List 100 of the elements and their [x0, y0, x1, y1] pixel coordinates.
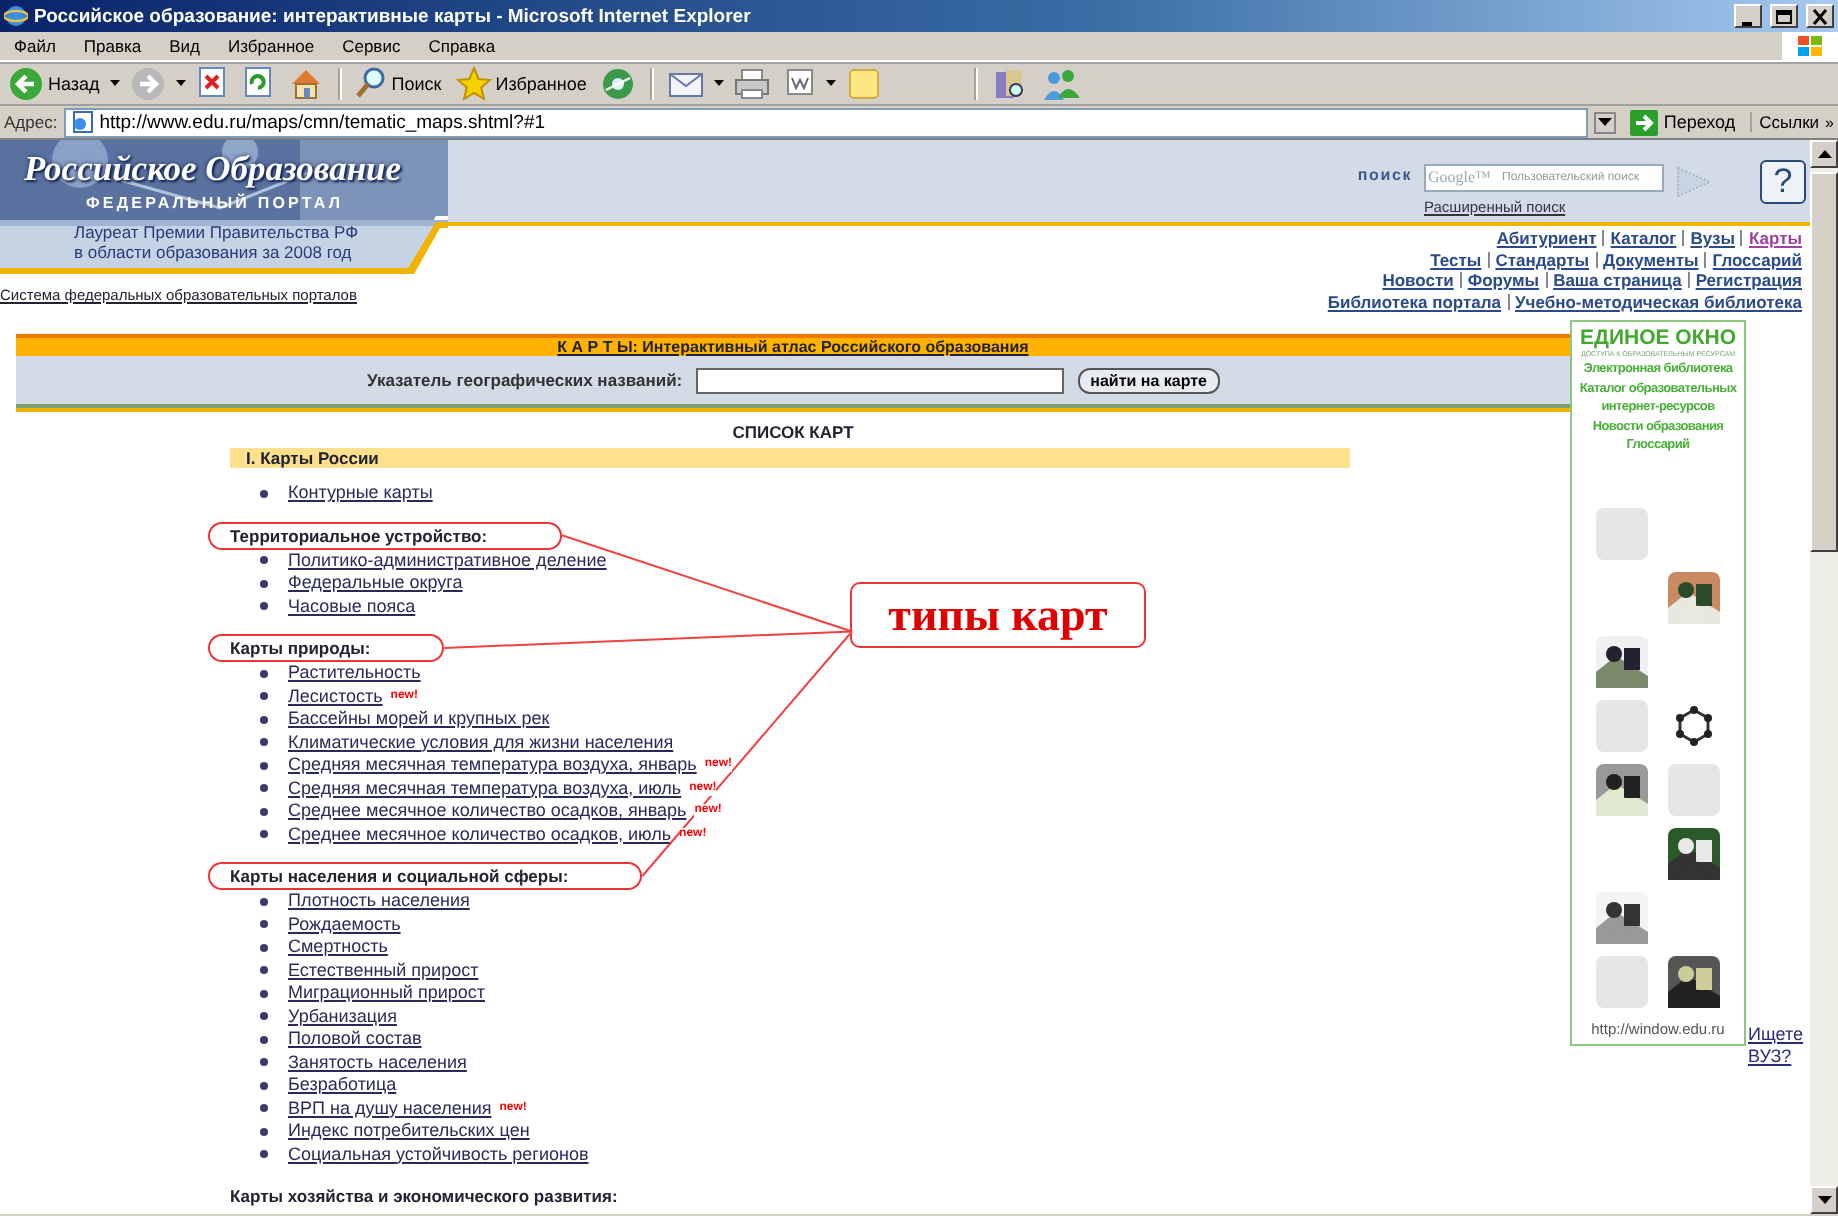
- bullet: [260, 715, 268, 724]
- flag-icon: [1796, 34, 1824, 58]
- nav-link[interactable]: Новости: [1382, 270, 1454, 291]
- address-field[interactable]: http://www.edu.ru/maps/cmn/tematic_maps.shtml?#1: [63, 107, 1588, 137]
- section-header: I. Карты России: [230, 448, 1350, 468]
- map-link[interactable]: Федеральные округа: [288, 572, 463, 595]
- dropdown-button[interactable]: [1593, 111, 1616, 133]
- map-link[interactable]: Политико-административное деление: [288, 549, 607, 572]
- bullet: [260, 1081, 268, 1090]
- address-label: Адрес:: [4, 112, 58, 132]
- scroll-down-icon[interactable]: [1817, 1196, 1831, 1204]
- bullet: [260, 1150, 268, 1159]
- bullet: [260, 989, 268, 998]
- search-button[interactable]: Поиск: [351, 65, 446, 103]
- chevron-icon[interactable]: »: [1825, 113, 1834, 131]
- image-placeholder: [1668, 763, 1720, 815]
- nav-link[interactable]: Библиотека портала: [1327, 291, 1502, 312]
- nav-link[interactable]: Карты: [1748, 228, 1802, 249]
- gazetteer-field[interactable]: [696, 367, 1065, 393]
- map-link[interactable]: Часовые пояса: [288, 595, 416, 618]
- menu-item[interactable]: Правка: [69, 36, 156, 56]
- nav-link[interactable]: Абитуриент: [1496, 228, 1597, 249]
- map-link[interactable]: Средняя месячная температура воздуха, январь: [288, 754, 697, 777]
- nav-link[interactable]: Тесты: [1430, 249, 1482, 270]
- nav-link[interactable]: Учебно-методическая библиотека: [1515, 291, 1802, 312]
- map-link[interactable]: Миграционный прирост: [288, 982, 485, 1005]
- favorites-button[interactable]: Избранное: [451, 65, 591, 103]
- map-link[interactable]: Растительность: [288, 662, 421, 685]
- map-link[interactable]: Бассейны морей и крупных рек: [288, 708, 550, 731]
- caret-icon[interactable]: [714, 80, 725, 88]
- map-link[interactable]: Индекс потребительских цен: [288, 1120, 530, 1143]
- bullet: [260, 761, 268, 770]
- links-label[interactable]: Ссылки: [1749, 112, 1820, 132]
- search-icon[interactable]: [355, 66, 388, 102]
- find-on-map-button[interactable]: найти на карте: [1078, 367, 1219, 393]
- bullet: [260, 738, 268, 747]
- map-link[interactable]: Среднее месячное количество осадков, январь: [288, 800, 687, 823]
- award-text: Лауреат Премии Правительства РФ: [72, 222, 361, 242]
- map-link[interactable]: Занятость населения: [288, 1051, 467, 1074]
- help-button[interactable]: ?: [1760, 159, 1806, 203]
- bullet: [260, 807, 268, 816]
- browser-icon: [4, 4, 28, 28]
- menu-item[interactable]: Избранное: [214, 36, 329, 56]
- caret-icon[interactable]: [826, 80, 837, 88]
- map-link[interactable]: Урбанизация: [288, 1005, 397, 1028]
- nav-link[interactable]: Форумы: [1467, 270, 1540, 291]
- bullet: [260, 1058, 268, 1067]
- map-link[interactable]: Социальная устойчивость регионов: [288, 1143, 589, 1166]
- nav-link[interactable]: Документы: [1603, 249, 1699, 270]
- map-link[interactable]: Рождаемость: [288, 913, 401, 936]
- bullet: [260, 579, 268, 588]
- nav-link[interactable]: Ваша страница: [1553, 270, 1682, 291]
- caret-icon[interactable]: [109, 80, 120, 88]
- map-link[interactable]: Средняя месячная температура воздуха, июль: [288, 777, 682, 800]
- nav-link[interactable]: Глоссарий: [1712, 249, 1802, 270]
- bullet: [260, 489, 268, 498]
- back-button[interactable]: Назад: [4, 65, 104, 103]
- gazetteer-label: Указатель географических названий:: [366, 370, 683, 390]
- bullet: [260, 943, 268, 952]
- map-link[interactable]: Безработица: [288, 1074, 397, 1097]
- menu-item[interactable]: Файл: [0, 36, 70, 56]
- image-placeholder: [1596, 699, 1648, 751]
- bullet: [260, 602, 268, 611]
- map-link[interactable]: Плотность населения: [288, 890, 470, 913]
- nav-link[interactable]: Вузы: [1690, 228, 1735, 249]
- menu-item[interactable]: Справка: [414, 36, 510, 56]
- map-link[interactable]: Половой состав: [288, 1028, 422, 1051]
- group-heading: Карты хозяйства и экономического развития:: [228, 1184, 620, 1210]
- caret-icon[interactable]: [1597, 118, 1612, 126]
- bullet: [260, 1127, 268, 1136]
- map-link[interactable]: ВРП на душу населения: [288, 1097, 492, 1120]
- arrow-icon[interactable]: [1629, 109, 1658, 135]
- search-label: поиск: [1357, 166, 1412, 184]
- menu-item[interactable]: Сервис: [328, 36, 415, 56]
- map-link[interactable]: Контурные карты: [288, 482, 433, 505]
- group-heading: Территориальное устройство:: [208, 521, 562, 549]
- site-logo[interactable]: Российское Образование: [0, 140, 448, 190]
- map-link[interactable]: Климатические условия для жизни населения: [288, 731, 674, 754]
- map-link[interactable]: Лесистость: [288, 685, 383, 708]
- map-link[interactable]: Естественный прирост: [288, 959, 479, 982]
- award-text: в области образования за 2008 год: [72, 242, 354, 262]
- image-placeholder: [1596, 955, 1648, 1007]
- bullet: [260, 556, 268, 565]
- image-placeholder: [1596, 507, 1648, 559]
- bullet: [260, 966, 268, 975]
- nav-link[interactable]: Регистрация: [1695, 270, 1802, 291]
- vuz-link[interactable]: Ищете ВУЗ?: [1748, 1023, 1808, 1067]
- caret-icon[interactable]: [175, 80, 186, 88]
- nav-link[interactable]: Стандарты: [1495, 249, 1589, 270]
- bullet: [260, 1035, 268, 1044]
- star-icon[interactable]: [455, 66, 492, 102]
- bullet: [260, 784, 268, 793]
- go-button[interactable]: Переход: [1621, 109, 1744, 135]
- scrollbar[interactable]: [1810, 140, 1838, 1214]
- scroll-up-icon[interactable]: [1817, 150, 1831, 158]
- menu-item[interactable]: Вид: [155, 36, 215, 56]
- map-link[interactable]: Смертность: [288, 936, 388, 959]
- nav-link[interactable]: Каталог: [1610, 228, 1677, 249]
- bullet: [260, 1104, 268, 1113]
- map-link[interactable]: Среднее месячное количество осадков, июль: [288, 823, 672, 846]
